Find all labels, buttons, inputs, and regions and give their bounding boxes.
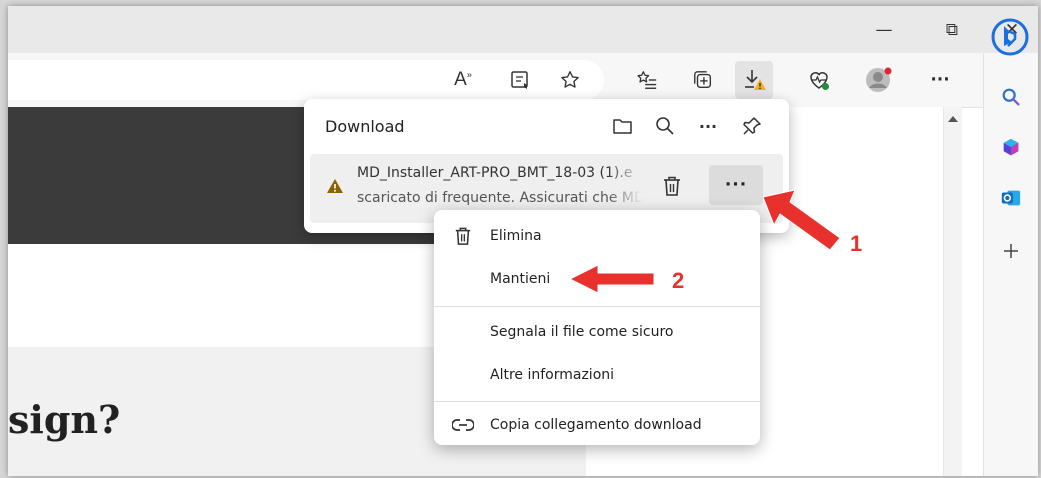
annotation-arrow-1 bbox=[762, 189, 841, 251]
browser-window: — ⧉ ✕ A» ··· sign? Download ··· MD_Insta… bbox=[8, 6, 1038, 476]
annotation-step-2: 2 bbox=[672, 268, 685, 293]
annotation-arrow-2 bbox=[569, 264, 655, 294]
annotation-overlay bbox=[569, 189, 841, 294]
annotation-step-1: 1 bbox=[850, 231, 863, 256]
